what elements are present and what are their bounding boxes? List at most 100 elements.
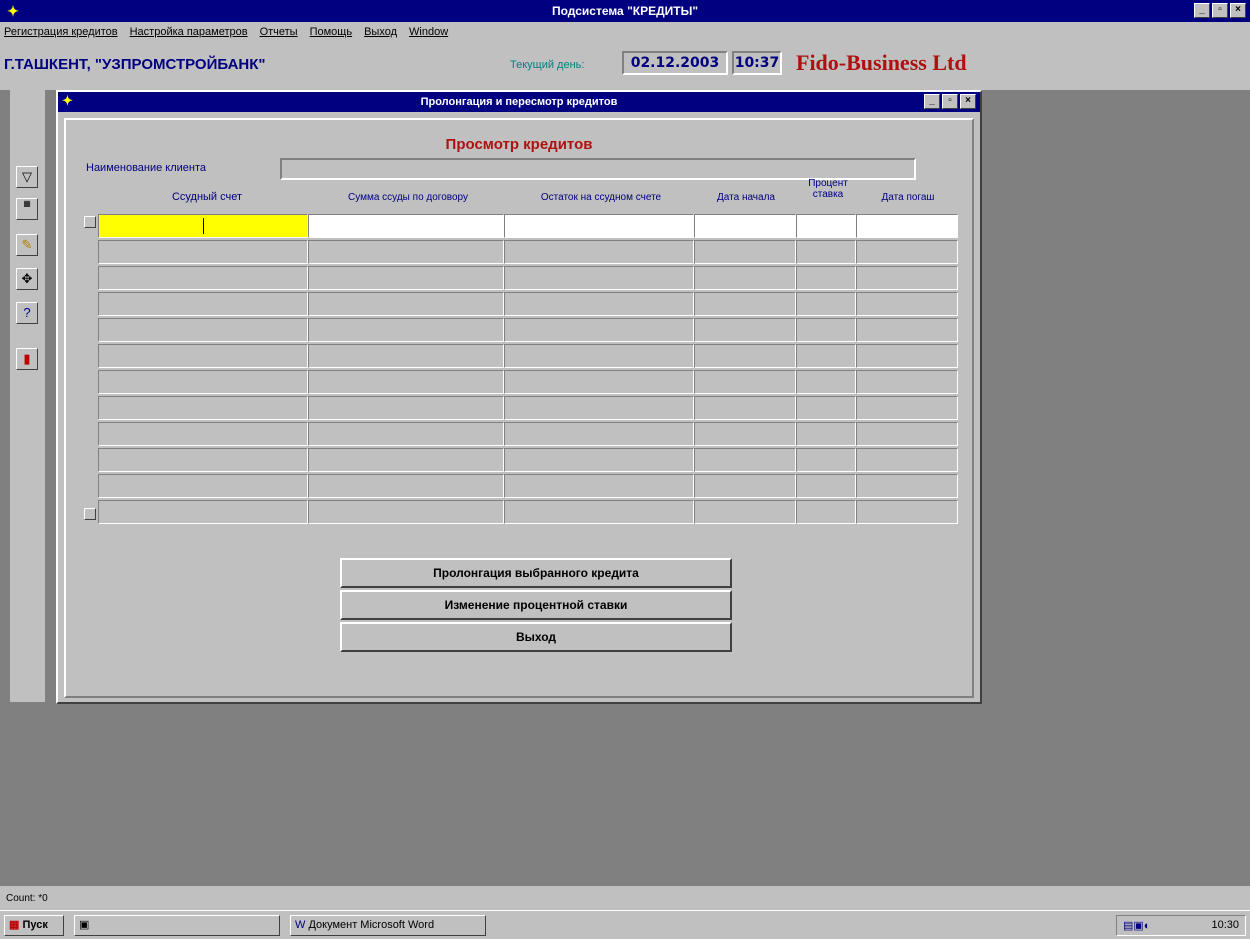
maximize-button[interactable]: ▫	[1212, 3, 1228, 18]
start-button[interactable]: ▦ Пуск	[4, 915, 64, 936]
loan-account-cell[interactable]	[98, 240, 308, 264]
loan-account-cell[interactable]	[98, 422, 308, 446]
balance-cell[interactable]	[504, 448, 694, 472]
balance-cell[interactable]	[504, 370, 694, 394]
menu-reports[interactable]: Отчеты	[260, 26, 298, 38]
loan-amount-cell[interactable]	[308, 396, 504, 420]
repayment-date-cell[interactable]	[856, 318, 958, 342]
loan-amount-cell[interactable]	[308, 422, 504, 446]
loan-account-cell[interactable]	[98, 500, 308, 524]
interest-rate-cell[interactable]	[796, 292, 856, 316]
loan-amount-cell[interactable]	[308, 240, 504, 264]
loan-account-cell[interactable]	[98, 344, 308, 368]
repayment-date-cell[interactable]	[856, 396, 958, 420]
filter-icon[interactable]: ▽	[16, 166, 38, 188]
interest-rate-cell[interactable]	[796, 318, 856, 342]
loan-account-cell[interactable]	[98, 318, 308, 342]
repayment-date-cell[interactable]	[856, 370, 958, 394]
task-credits-app[interactable]: ▣	[74, 915, 280, 936]
start-date-cell[interactable]	[694, 292, 796, 316]
balance-cell[interactable]	[504, 396, 694, 420]
menu-window[interactable]: Window	[409, 26, 448, 38]
interest-rate-cell[interactable]	[796, 240, 856, 264]
sbl-icon[interactable]: ▦	[16, 198, 38, 220]
loan-account-cell[interactable]	[98, 474, 308, 498]
start-date-cell[interactable]	[694, 370, 796, 394]
balance-cell[interactable]	[504, 422, 694, 446]
start-date-cell[interactable]	[694, 422, 796, 446]
loan-amount-cell[interactable]	[308, 474, 504, 498]
interest-rate-cell[interactable]	[796, 422, 856, 446]
exit-door-icon[interactable]: ▮	[16, 348, 38, 370]
repayment-date-cell[interactable]	[856, 240, 958, 264]
balance-cell[interactable]	[504, 214, 694, 238]
loan-account-cell[interactable]	[98, 448, 308, 472]
change-rate-button[interactable]: Изменение процентной ставки	[340, 590, 732, 620]
move-icon[interactable]: ✥	[16, 268, 38, 290]
exit-button[interactable]: Выход	[340, 622, 732, 652]
interest-rate-cell[interactable]	[796, 344, 856, 368]
start-date-cell[interactable]	[694, 318, 796, 342]
loan-account-cell[interactable]	[98, 370, 308, 394]
minimize-button[interactable]: _	[1194, 3, 1210, 18]
loan-account-cell[interactable]	[98, 266, 308, 290]
interest-rate-cell[interactable]	[796, 396, 856, 420]
interest-rate-cell[interactable]	[796, 214, 856, 238]
loan-amount-cell[interactable]	[308, 448, 504, 472]
start-date-cell[interactable]	[694, 240, 796, 264]
loan-amount-cell[interactable]	[308, 292, 504, 316]
repayment-date-cell[interactable]	[856, 344, 958, 368]
scroll-up-button[interactable]	[84, 216, 96, 228]
child-minimize-button[interactable]: _	[924, 94, 940, 109]
prolong-credit-button[interactable]: Пролонгация выбранного кредита	[340, 558, 732, 588]
repayment-date-cell[interactable]	[856, 474, 958, 498]
balance-cell[interactable]	[504, 292, 694, 316]
menu-settings[interactable]: Настройка параметров	[130, 26, 248, 38]
tray-icons[interactable]: ▤▣◐	[1123, 919, 1150, 932]
interest-rate-cell[interactable]	[796, 500, 856, 524]
child-maximize-button[interactable]: ▫	[942, 94, 958, 109]
task-word-document[interactable]: W Документ Microsoft Word	[290, 915, 486, 936]
balance-cell[interactable]	[504, 344, 694, 368]
menu-exit[interactable]: Выход	[364, 26, 397, 38]
loan-account-cell[interactable]	[98, 214, 308, 238]
repayment-date-cell[interactable]	[856, 422, 958, 446]
repayment-date-cell[interactable]	[856, 448, 958, 472]
child-close-button[interactable]: ×	[960, 94, 976, 109]
loan-amount-cell[interactable]	[308, 318, 504, 342]
system-clock[interactable]: 10:30	[1211, 919, 1239, 931]
balance-cell[interactable]	[504, 240, 694, 264]
menu-credit-registration[interactable]: Регистрация кредитов	[4, 26, 118, 38]
loan-amount-cell[interactable]	[308, 344, 504, 368]
loan-amount-cell[interactable]	[308, 266, 504, 290]
start-date-cell[interactable]	[694, 500, 796, 524]
menu-help[interactable]: Помощь	[310, 26, 353, 38]
start-date-cell[interactable]	[694, 396, 796, 420]
loan-account-cell[interactable]	[98, 396, 308, 420]
help-icon[interactable]: ?	[16, 302, 38, 324]
interest-rate-cell[interactable]	[796, 474, 856, 498]
loan-amount-cell[interactable]	[308, 500, 504, 524]
loan-amount-cell[interactable]	[308, 370, 504, 394]
close-button[interactable]: ×	[1230, 3, 1246, 18]
repayment-date-cell[interactable]	[856, 214, 958, 238]
repayment-date-cell[interactable]	[856, 500, 958, 524]
interest-rate-cell[interactable]	[796, 266, 856, 290]
interest-rate-cell[interactable]	[796, 448, 856, 472]
note-icon[interactable]: ✎	[16, 234, 38, 256]
client-name-field[interactable]	[280, 158, 916, 180]
loan-account-cell[interactable]	[98, 292, 308, 316]
interest-rate-cell[interactable]	[796, 370, 856, 394]
start-date-cell[interactable]	[694, 344, 796, 368]
balance-cell[interactable]	[504, 474, 694, 498]
grid-scrollbar[interactable]	[84, 216, 96, 522]
scroll-down-button[interactable]	[84, 508, 96, 520]
start-date-cell[interactable]	[694, 474, 796, 498]
repayment-date-cell[interactable]	[856, 266, 958, 290]
start-date-cell[interactable]	[694, 448, 796, 472]
balance-cell[interactable]	[504, 318, 694, 342]
repayment-date-cell[interactable]	[856, 292, 958, 316]
loan-amount-cell[interactable]	[308, 214, 504, 238]
start-date-cell[interactable]	[694, 266, 796, 290]
balance-cell[interactable]	[504, 500, 694, 524]
